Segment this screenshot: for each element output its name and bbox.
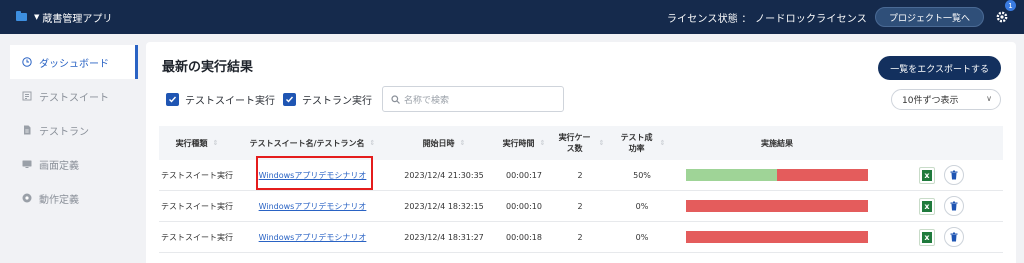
- column-header-result: 実施結果: [761, 138, 793, 148]
- folder-icon: [16, 11, 27, 21]
- search-icon: [391, 94, 400, 104]
- app-name: 蔵書管理アプリ: [42, 13, 113, 25]
- column-header-cases[interactable]: 実行ケース数 ⇕: [550, 132, 610, 154]
- clock-icon: [22, 57, 32, 67]
- notification-badge: 1: [1005, 0, 1016, 11]
- test-run-checkbox[interactable]: テストラン実行: [283, 92, 372, 107]
- trash-icon[interactable]: [944, 165, 964, 185]
- failure-segment: [686, 200, 868, 212]
- cell-start: 2023/12/4 21:30:35: [404, 170, 484, 180]
- column-header-duration[interactable]: 実行時間 ⇕: [498, 138, 550, 149]
- checkmark-icon: [166, 92, 179, 106]
- sidebar-item-dashboard[interactable]: ダッシュボード: [10, 45, 138, 79]
- sort-icon: ⇕: [459, 138, 466, 147]
- result-bar: [686, 169, 868, 181]
- trash-icon[interactable]: [944, 227, 964, 247]
- cell-duration: 00:00:18: [506, 232, 542, 242]
- suite-run-checkbox[interactable]: テストスイート実行: [166, 92, 275, 107]
- result-bar: [686, 231, 868, 243]
- sort-icon: ⇕: [598, 138, 605, 147]
- settings-button[interactable]: 1: [994, 0, 1016, 25]
- license-status: ライセンス状態 ： ノードロックライセンス: [666, 13, 867, 25]
- export-button[interactable]: 一覧をエクスポートする: [878, 56, 1001, 80]
- caret-down-icon: ▼: [34, 13, 40, 21]
- monitor-icon: [22, 159, 32, 169]
- test-run-label: テストラン実行: [302, 95, 372, 107]
- search-input[interactable]: 名称で検索: [382, 86, 564, 112]
- cell-start: 2023/12/4 18:31:27: [404, 232, 484, 242]
- document-icon: [22, 125, 32, 135]
- cell-duration: 00:00:10: [506, 201, 542, 211]
- success-segment: [686, 169, 777, 181]
- trash-icon[interactable]: [944, 196, 964, 216]
- suite-name-link[interactable]: Windowsアプリデモシナリオ: [259, 201, 367, 212]
- sidebar-item-test-run[interactable]: テストラン: [10, 113, 138, 147]
- page-size-select[interactable]: 10件ずつ表示 ∨: [891, 89, 1001, 110]
- chevron-down-icon: ∨: [986, 94, 992, 103]
- suite-run-label: テストスイート実行: [185, 95, 275, 107]
- failure-segment: [777, 169, 868, 181]
- cell-type: テストスイート実行: [161, 232, 233, 242]
- cell-type: テストスイート実行: [161, 201, 233, 211]
- app-switcher[interactable]: ▼ 蔵書管理アプリ: [16, 10, 112, 25]
- filter-bar: テストスイート実行 テストラン実行 名称で検索: [166, 86, 564, 112]
- sidebar-item-label: テストスイート: [39, 92, 109, 104]
- column-header-start[interactable]: 開始日時 ⇕: [390, 138, 498, 149]
- excel-export-icon[interactable]: x: [919, 166, 935, 184]
- gear-circle-icon: [22, 193, 32, 203]
- sidebar-item-action-definition[interactable]: 動作定義: [10, 181, 138, 215]
- annotation-highlight-box: [256, 156, 373, 190]
- sidebar-item-test-suite[interactable]: テストスイート: [10, 79, 138, 113]
- column-header-type[interactable]: 実行種類 ⇕: [159, 138, 235, 149]
- table-header: 実行種類 ⇕ テストスイート名/テストラン名 ⇕ 開始日時 ⇕ 実行時間 ⇕ 実行ケース…: [159, 126, 1003, 160]
- column-header-name[interactable]: テストスイート名/テストラン名 ⇕: [235, 138, 390, 149]
- excel-export-icon[interactable]: x: [919, 228, 935, 246]
- page-title: 最新の実行結果: [162, 60, 254, 75]
- suite-icon: [22, 91, 32, 101]
- table-row[interactable]: テストスイート実行 Windowsアプリデモシナリオ 2023/12/4 18:…: [159, 191, 1003, 222]
- sidebar-item-screen-definition[interactable]: 画面定義: [10, 147, 138, 181]
- cell-type: テストスイート実行: [161, 170, 233, 180]
- excel-export-icon[interactable]: x: [919, 197, 935, 215]
- search-placeholder: 名称で検索: [404, 95, 450, 106]
- sidebar-item-label: 動作定義: [39, 194, 79, 206]
- cell-rate: 50%: [633, 170, 651, 180]
- failure-segment: [686, 231, 868, 243]
- checkmark-icon: [283, 92, 296, 106]
- cell-start: 2023/12/4 18:32:15: [404, 201, 484, 211]
- result-bar: [686, 200, 868, 212]
- sort-icon: ⇕: [659, 138, 666, 147]
- sidebar: ダッシュボード テストスイート テストラン 画面定義 動作定義: [0, 34, 142, 263]
- sidebar-item-label: テストラン: [39, 126, 89, 138]
- cell-cases: 2: [577, 170, 583, 180]
- sidebar-item-label: 画面定義: [39, 160, 79, 172]
- gear-icon: [996, 11, 1008, 23]
- cell-rate: 0%: [635, 232, 649, 242]
- sort-icon: ⇕: [539, 138, 546, 147]
- top-bar: ▼ 蔵書管理アプリ ライセンス状態 ： ノードロックライセンス プロジェクト一覧…: [0, 0, 1024, 34]
- cell-duration: 00:00:17: [506, 170, 542, 180]
- table-row[interactable]: テストスイート実行 Windowsアプリデモシナリオ 2023/12/4 18:…: [159, 222, 1003, 253]
- results-panel: 最新の実行結果 一覧をエクスポートする テストスイート実行 テストラン実行 名称…: [146, 42, 1016, 263]
- project-list-button[interactable]: プロジェクト一覧へ: [874, 7, 984, 27]
- cell-cases: 2: [577, 201, 583, 211]
- sort-icon: ⇕: [369, 138, 376, 147]
- cell-cases: 2: [577, 232, 583, 242]
- column-header-rate[interactable]: テスト成功率 ⇕: [610, 132, 674, 154]
- suite-name-link[interactable]: Windowsアプリデモシナリオ: [259, 232, 367, 243]
- cell-rate: 0%: [635, 201, 649, 211]
- sidebar-item-label: ダッシュボード: [39, 58, 109, 70]
- sort-icon: ⇕: [212, 138, 219, 147]
- page-size-value: 10件ずつ表示: [902, 96, 959, 106]
